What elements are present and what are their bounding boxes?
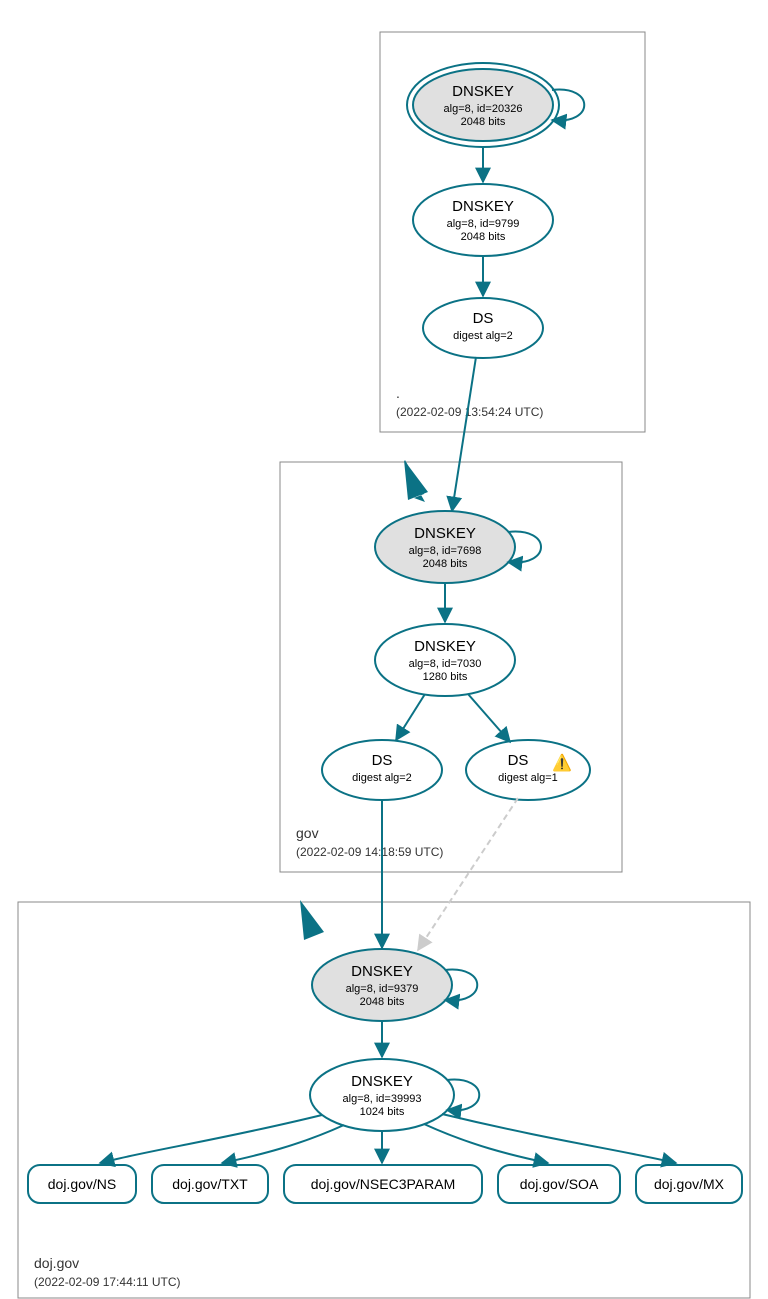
gov-ds-a-title: DS <box>372 752 393 769</box>
zone-gov-label: gov <box>296 825 319 841</box>
doj-ksk-line2: 2048 bits <box>360 996 405 1008</box>
gov-ds-b-node: DS ⚠️ digest alg=1 <box>466 740 590 800</box>
gov-ksk-title: DNSKEY <box>414 525 476 542</box>
root-zsk-line2: 2048 bits <box>461 231 506 243</box>
doj-zsk-line1: alg=8, id=39993 <box>343 1093 422 1105</box>
leaf-nsec3: doj.gov/NSEC3PARAM <box>284 1165 482 1203</box>
doj-ksk-title: DNSKEY <box>351 963 413 980</box>
doj-ksk-line1: alg=8, id=9379 <box>346 983 419 995</box>
leaf-nsec3-text: doj.gov/NSEC3PARAM <box>311 1176 455 1192</box>
zone-doj-timestamp: (2022-02-09 17:44:11 UTC) <box>34 1275 181 1289</box>
doj-zsk-title: DNSKEY <box>351 1073 413 1090</box>
gov-zsk-title: DNSKEY <box>414 638 476 655</box>
gov-zsk-line2: 1280 bits <box>423 671 468 683</box>
edge-gov-zsk-dsb <box>468 694 510 742</box>
doj-zsk-line2: 1024 bits <box>360 1106 405 1118</box>
zone-root-timestamp: (2022-02-09 13:54:24 UTC) <box>396 405 543 419</box>
doj-zsk-node: DNSKEY alg=8, id=39993 1024 bits <box>310 1059 454 1131</box>
zone-root-label: . <box>396 385 400 401</box>
leaf-ns-text: doj.gov/NS <box>48 1176 116 1192</box>
root-ds-title: DS <box>473 310 494 327</box>
edge-zsk-ns <box>100 1115 322 1163</box>
root-ds-line1: digest alg=2 <box>453 330 513 342</box>
zone-doj-label: doj.gov <box>34 1255 79 1271</box>
zone-gov-timestamp: (2022-02-09 14:18:59 UTC) <box>296 845 443 859</box>
root-ksk-node: DNSKEY alg=8, id=20326 2048 bits <box>407 63 559 147</box>
dnssec-chain-diagram: . (2022-02-09 13:54:24 UTC) DNSKEY alg=8… <box>0 0 768 1299</box>
edge-zsk-txt <box>222 1125 344 1163</box>
leaf-soa-text: doj.gov/SOA <box>520 1176 599 1192</box>
root-ds-node: DS digest alg=2 <box>423 298 543 358</box>
leaf-ns: doj.gov/NS <box>28 1165 136 1203</box>
leaf-txt-text: doj.gov/TXT <box>172 1176 248 1192</box>
root-zsk-line1: alg=8, id=9799 <box>447 218 520 230</box>
root-ksk-line2: 2048 bits <box>461 116 506 128</box>
gov-ds-b-title: DS <box>508 752 529 769</box>
root-ksk-title: DNSKEY <box>452 83 514 100</box>
leaf-txt: doj.gov/TXT <box>152 1165 268 1203</box>
edge-rootds-govksk <box>452 357 476 511</box>
root-zsk-title: DNSKEY <box>452 198 514 215</box>
gov-ksk-line2: 2048 bits <box>423 558 468 570</box>
gov-ksk-node: DNSKEY alg=8, id=7698 2048 bits <box>375 511 515 583</box>
gov-ds-a-node: DS digest alg=2 <box>322 740 442 800</box>
gov-ksk-line1: alg=8, id=7698 <box>409 545 482 557</box>
gov-zsk-line1: alg=8, id=7030 <box>409 658 482 670</box>
edge-govdsb-dojksk <box>418 798 518 950</box>
gov-ds-b-line1: digest alg=1 <box>498 772 558 784</box>
edge-gov-zsk-dsa <box>396 694 425 740</box>
edge-zsk-soa <box>424 1124 548 1163</box>
doj-ksk-node: DNSKEY alg=8, id=9379 2048 bits <box>312 949 452 1021</box>
root-zsk-node: DNSKEY alg=8, id=9799 2048 bits <box>413 184 553 256</box>
warning-icon: ⚠️ <box>552 753 572 772</box>
gov-ds-a-line1: digest alg=2 <box>352 772 412 784</box>
edge-zsk-mx <box>442 1114 676 1163</box>
leaf-soa: doj.gov/SOA <box>498 1165 620 1203</box>
leaf-mx-text: doj.gov/MX <box>654 1176 725 1192</box>
gov-zsk-node: DNSKEY alg=8, id=7030 1280 bits <box>375 624 515 696</box>
deleg-arrow-gov-doj <box>300 900 324 940</box>
leaf-mx: doj.gov/MX <box>636 1165 742 1203</box>
root-ksk-line1: alg=8, id=20326 <box>444 103 523 115</box>
